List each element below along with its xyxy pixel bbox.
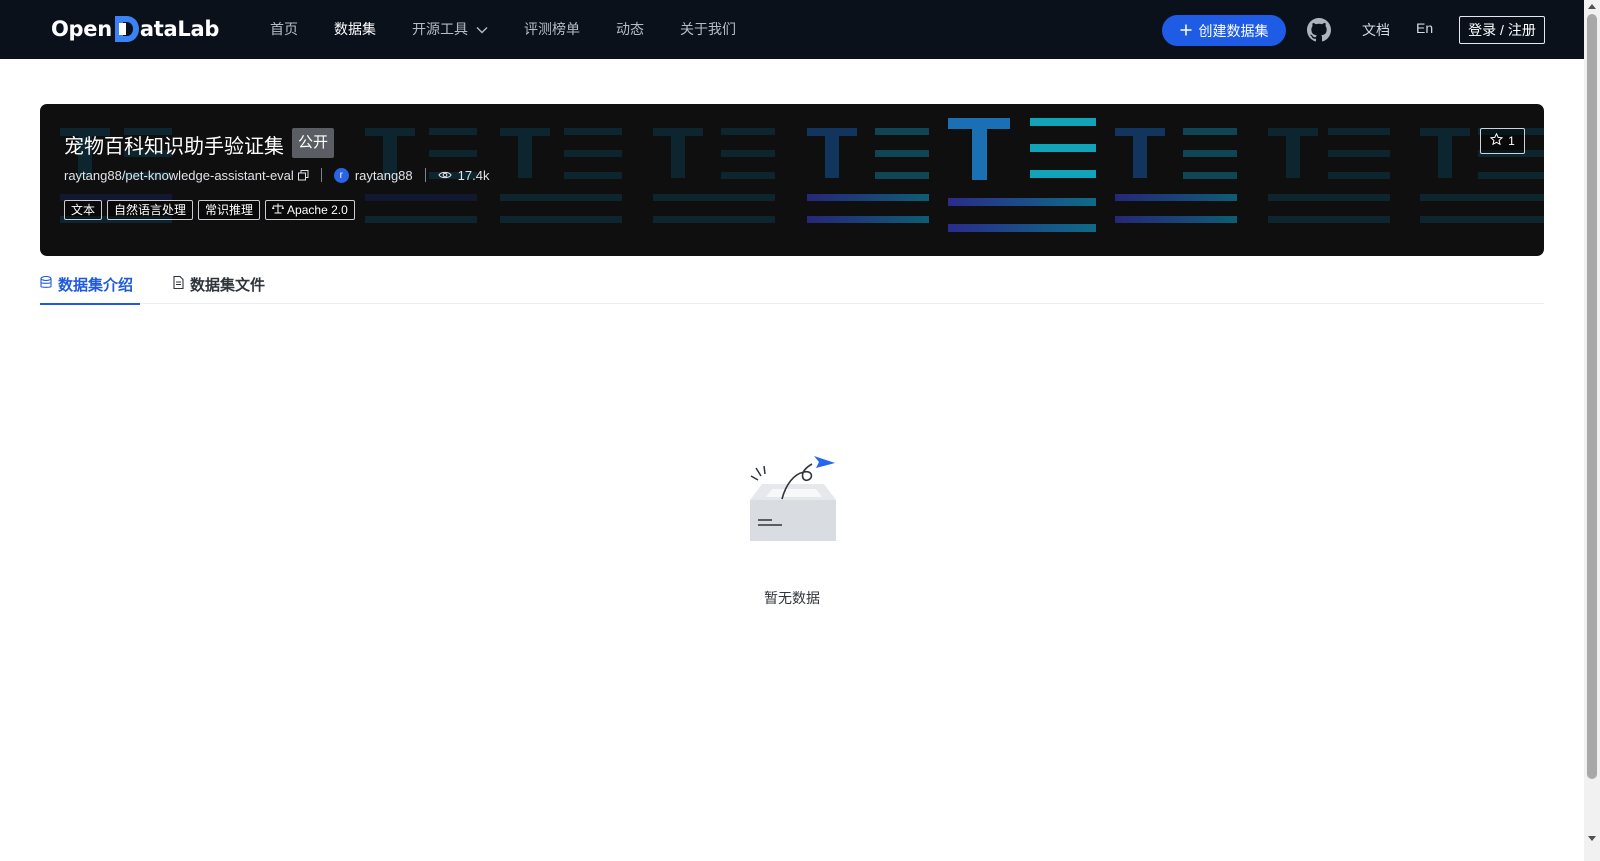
scroll-thumb[interactable] [1587, 14, 1597, 779]
dataset-tabs: 数据集介绍 数据集文件 [40, 264, 1544, 305]
logo-d-mark-icon [113, 15, 139, 43]
dataset-meta: raytang88/pet-knowledge-assistant-eval r… [64, 166, 489, 184]
github-icon[interactable] [1307, 18, 1331, 42]
owner-avatar[interactable]: r [333, 167, 349, 183]
dataset-banner: 宠物百科知识助手验证集 公开 raytang88/pet-knowledge-a… [40, 104, 1544, 256]
dataset-title: 宠物百科知识助手验证集 [64, 136, 284, 158]
nav-datasets-label: 数据集 [334, 21, 376, 37]
tab-dataset-intro[interactable]: 数据集介绍 [40, 264, 140, 305]
license-label: Apache 2.0 [287, 203, 348, 217]
nav-news[interactable]: 动态 [598, 0, 662, 59]
nav-home-label: 首页 [270, 21, 298, 37]
dataset-repo-path: raytang88/pet-knowledge-assistant-eval [64, 167, 294, 183]
tab-dataset-files-label: 数据集文件 [190, 276, 266, 294]
tag-item[interactable]: 文本 [64, 200, 103, 220]
view-count: 17.4k [457, 167, 490, 183]
file-icon [173, 275, 184, 293]
scroll-up-arrow-icon[interactable] [1588, 4, 1596, 9]
nav-leaderboard-label: 评测榜单 [524, 21, 580, 37]
logo-text-open: Open [51, 17, 112, 41]
nav-home[interactable]: 首页 [252, 0, 316, 59]
empty-state-message: 暂无数据 [764, 590, 820, 606]
login-register-button[interactable]: 登录 / 注册 [1459, 16, 1545, 44]
star-count: 1 [1508, 134, 1515, 148]
create-dataset-label: 创建数据集 [1198, 22, 1269, 39]
tab-dataset-intro-label: 数据集介绍 [58, 276, 134, 294]
tag-item[interactable]: 常识推理 [198, 200, 261, 220]
dataset-tags: 文本 自然语言处理 常识推理 Apache 2.0 [64, 200, 355, 220]
nav-open-tools-label: 开源工具 [412, 21, 468, 37]
plus-icon [1180, 23, 1192, 39]
scroll-down-arrow-icon[interactable] [1588, 836, 1596, 841]
top-navbar: Open ataLab 首页 数据集 开源工具 评测榜单 动态 关于我们 创建数… [0, 0, 1584, 59]
nav-datasets[interactable]: 数据集 [316, 0, 394, 59]
meta-divider [424, 168, 426, 182]
opendatalab-logo[interactable]: Open ataLab [51, 13, 219, 45]
page-scrollbar[interactable] [1584, 0, 1600, 861]
empty-box-illustration-icon [738, 450, 848, 550]
chevron-down-icon [476, 26, 488, 34]
tab-dataset-files[interactable]: 数据集文件 [173, 264, 265, 304]
nav-news-label: 动态 [616, 21, 644, 37]
visibility-badge: 公开 [292, 128, 335, 158]
star-icon [1489, 132, 1504, 149]
nav-about-label: 关于我们 [680, 21, 736, 37]
main-nav: 首页 数据集 开源工具 评测榜单 动态 关于我们 [252, 0, 754, 59]
license-tag[interactable]: Apache 2.0 [265, 200, 355, 220]
meta-divider [320, 168, 322, 182]
star-button[interactable]: 1 [1480, 128, 1525, 154]
copy-icon[interactable] [297, 169, 309, 181]
nav-leaderboard[interactable]: 评测榜单 [506, 0, 598, 59]
create-dataset-button[interactable]: 创建数据集 [1162, 15, 1286, 46]
eye-icon [438, 170, 452, 180]
database-icon [40, 275, 52, 293]
nav-about[interactable]: 关于我们 [662, 0, 754, 59]
scale-icon [272, 201, 285, 219]
tag-item[interactable]: 自然语言处理 [107, 200, 194, 220]
language-switch[interactable]: En [1416, 20, 1433, 36]
owner-name[interactable]: raytang88 [355, 168, 413, 183]
nav-open-tools[interactable]: 开源工具 [394, 0, 506, 59]
active-tab-indicator [40, 303, 140, 305]
logo-text-datalab: ataLab [139, 17, 220, 41]
docs-link[interactable]: 文档 [1362, 20, 1390, 40]
